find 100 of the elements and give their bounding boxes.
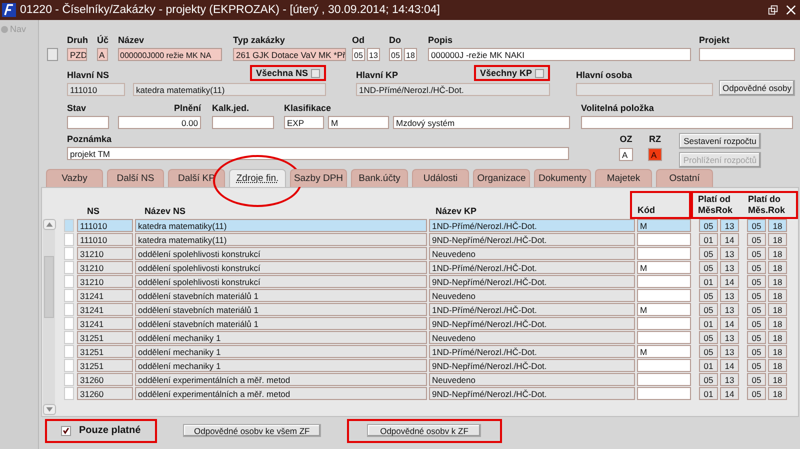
input-field[interactable]: 0.00 [118, 116, 201, 129]
table-cell: katedra matematiky(11) [135, 219, 427, 232]
table-cell: 13 [720, 247, 739, 260]
table-cell: M [637, 345, 691, 358]
row-selector[interactable] [64, 359, 74, 372]
input-field[interactable]: A [97, 48, 108, 61]
table-row[interactable]: 31210 oddělení spolehlivosti konstrukcí 1ND-Přímé/Nerozl./HČ-Dot. M 05 13 05 18 [64, 261, 787, 274]
tab[interactable]: Organizace [473, 169, 530, 187]
row-selector[interactable] [64, 317, 74, 330]
column-header: NS [87, 206, 101, 218]
table-cell: 13 [720, 219, 739, 232]
input-field[interactable]: 1ND-Přímé/Nerozl./HČ-Dot. [356, 83, 550, 96]
row-selector[interactable] [64, 303, 74, 316]
restore-icon[interactable] [768, 5, 778, 15]
row-selector[interactable] [64, 275, 74, 288]
scroll-up-icon[interactable] [42, 219, 56, 230]
table-row[interactable]: 31251 oddělení mechaniky 1 9ND-Nepřímé/Nerozl./HČ-Dot. 01 14 05 18 [64, 359, 787, 372]
table-cell: 05 [747, 303, 766, 316]
row-selector[interactable] [64, 373, 74, 386]
table-row[interactable]: 31241 oddělení stavebních materiálů 1 1ND-Přímé/Nerozl./HČ-Dot. M 05 13 05 18 [64, 303, 787, 316]
input-field[interactable] [576, 83, 713, 96]
table-cell: oddělení experimentálních a měř. metod [135, 387, 427, 400]
scroll-thumb[interactable] [44, 256, 54, 318]
row-selector[interactable] [64, 345, 74, 358]
table-cell: 13 [720, 303, 739, 316]
field-label: Úč [97, 34, 108, 46]
window-title: 01220 - Číselníky/Zakázky - projekty (EKPROZAK) - [úterý , 30.09.2014; 14:43:04] [20, 4, 440, 16]
tab[interactable]: Sazby DPH [290, 169, 347, 187]
tab[interactable]: Ostatní [656, 169, 713, 187]
tab[interactable]: Další NS [107, 169, 164, 187]
month-field[interactable]: 05 [389, 48, 402, 61]
table-row[interactable]: 111010 katedra matematiky(11) 1ND-Přímé/Nerozl./HČ-Dot. M 05 13 05 18 [64, 219, 787, 232]
row-selector[interactable] [64, 233, 74, 246]
table-row[interactable]: 31241 oddělení stavebních materiálů 1 9ND-Nepřímé/Nerozl./HČ-Dot. 01 14 05 18 [64, 317, 787, 330]
table-row[interactable]: 31260 oddělení experimentálních a měř. metod Neuvedeno 05 13 05 18 [64, 373, 787, 386]
table-cell: 05 [699, 247, 718, 260]
checkbox[interactable] [535, 68, 544, 78]
table-cell: 01 [699, 317, 718, 330]
table-cell: 1ND-Přímé/Nerozl./HČ-Dot. [429, 345, 635, 358]
input-field[interactable] [212, 116, 274, 129]
table-cell: 05 [747, 219, 766, 232]
table-row[interactable]: 31210 oddělení spolehlivosti konstrukcí 9ND-Nepřímé/Nerozl./HČ-Dot. 01 14 05 18 [64, 275, 787, 288]
tab[interactable]: Události [412, 169, 469, 187]
row-selector[interactable] [64, 331, 74, 344]
row-selector[interactable] [64, 247, 74, 260]
input-field[interactable] [581, 116, 793, 129]
input-field[interactable]: katedra matematiky(11) [133, 83, 326, 96]
tab[interactable]: Bank.účty [351, 169, 408, 187]
responsible-persons-button[interactable]: Odpovědné osobv ke všem ZF [183, 424, 321, 437]
field-label: Hlavní NS [67, 69, 110, 81]
table-cell: 05 [747, 289, 766, 302]
table-cell: 05 [699, 303, 718, 316]
row-selector[interactable] [64, 289, 74, 302]
responsible-persons-button[interactable]: Odpovědné osoby [719, 80, 795, 96]
tab[interactable]: Zdroje fin. [229, 169, 286, 187]
input-field[interactable]: A [648, 148, 662, 161]
input-field[interactable] [67, 116, 109, 129]
table-cell: oddělení experimentálních a měř. metod [135, 373, 427, 386]
table-cell: katedra matematiky(11) [135, 233, 427, 246]
year-field[interactable]: 13 [367, 48, 380, 61]
table-row[interactable]: 31210 oddělení spolehlivosti konstrukcí Neuvedeno 05 13 05 18 [64, 247, 787, 260]
table-cell: 1ND-Přímé/Nerozl./HČ-Dot. [429, 219, 635, 232]
row-selector-checkbox[interactable] [47, 48, 58, 61]
table-cell: 01 [699, 275, 718, 288]
table-cell: 05 [747, 275, 766, 288]
table-cell: 05 [699, 261, 718, 274]
table-row[interactable]: 31251 oddělení mechaniky 1 Neuvedeno 05 13 05 18 [64, 331, 787, 344]
input-field[interactable]: M [328, 116, 389, 129]
checkbox[interactable] [311, 68, 320, 78]
budget-compose-button[interactable]: Sestavení rozpočtu [679, 133, 761, 149]
year-field[interactable]: 18 [404, 48, 417, 61]
input-field[interactable]: 000000J000 režie MK NA [118, 48, 222, 61]
tab[interactable]: Majetek [595, 169, 652, 187]
checkbox[interactable] [61, 426, 71, 436]
table-cell: 14 [720, 387, 739, 400]
table-row[interactable]: 31251 oddělení mechaniky 1 1ND-Přímé/Nerozl./HČ-Dot. M 05 13 05 18 [64, 345, 787, 358]
table-row[interactable]: 111010 katedra matematiky(11) 9ND-Nepřímé/Nerozl./HČ-Dot. 01 14 05 18 [64, 233, 787, 246]
input-field[interactable]: Mzdový systém [393, 116, 570, 129]
tab[interactable]: Dokumenty [534, 169, 591, 187]
tab[interactable]: Vazby [46, 169, 103, 187]
table-row[interactable]: 31260 oddělení experimentálních a měř. metod 9ND-Nepřímé/Nerozl./HČ-Dot. 01 14 05 18 [64, 387, 787, 400]
scrollbar[interactable] [43, 219, 55, 415]
scroll-down-icon[interactable] [42, 404, 56, 415]
input-field[interactable]: 000000J -režie MK NAKI [428, 48, 691, 61]
close-icon[interactable] [786, 5, 796, 15]
input-field[interactable]: projekt TM [67, 147, 569, 160]
table-cell: 13 [720, 345, 739, 358]
input-field[interactable] [699, 48, 795, 61]
responsible-persons-button[interactable]: Odpovědné osobv k ZF [367, 424, 482, 437]
table-cell: 18 [768, 331, 787, 344]
input-field[interactable]: 111010 [67, 83, 125, 96]
table-row[interactable]: 31241 oddělení stavebních materiálů 1 Neuvedeno 05 13 05 18 [64, 289, 787, 302]
row-selector[interactable] [64, 387, 74, 400]
month-field[interactable]: 05 [352, 48, 365, 61]
input-field[interactable]: A [619, 148, 633, 161]
row-selector[interactable] [64, 261, 74, 274]
input-field[interactable]: EXP [284, 116, 324, 129]
checkbox-label: Všechny KP [480, 67, 532, 79]
row-selector[interactable] [64, 219, 74, 232]
column-header: Platí od [698, 194, 732, 205]
